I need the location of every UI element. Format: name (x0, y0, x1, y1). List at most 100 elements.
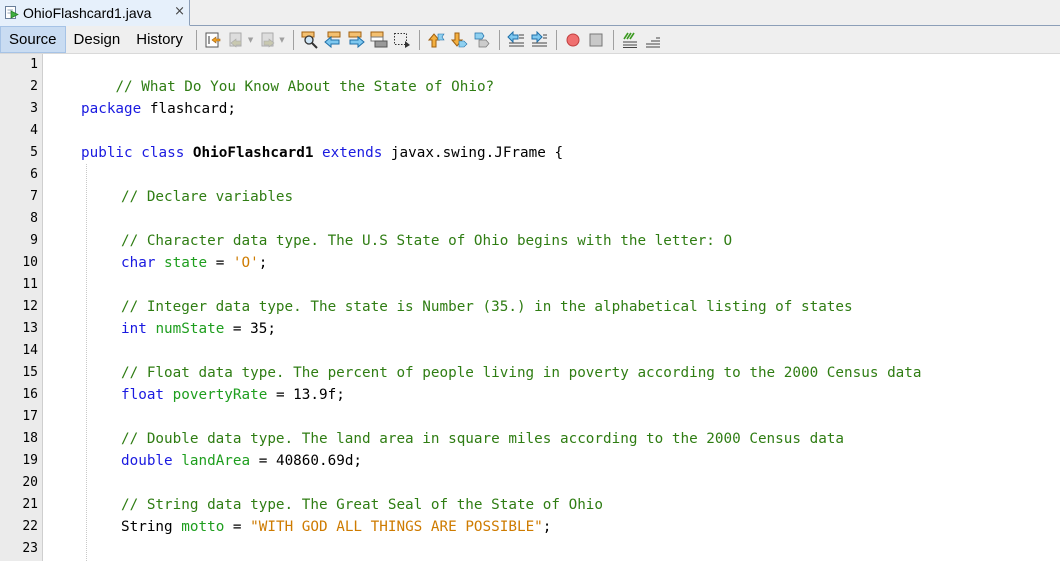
toolbar-separator (612, 29, 614, 50)
code-line-7[interactable]: // Declare variables (121, 186, 293, 208)
code-line-16[interactable]: float povertyRate = 13.9f; (121, 384, 345, 406)
line-number: 13 (22, 321, 38, 336)
class-name: OhioFlashcard1 (192, 145, 314, 161)
line-number: 9 (30, 233, 38, 248)
code-line-9[interactable]: // Character data type. The U.S State of… (121, 230, 732, 252)
code-line-22[interactable]: String motto = "WITH GOD ALL THINGS ARE … (121, 516, 551, 538)
code-text: flashcard; (141, 101, 236, 117)
code-text: = (224, 519, 251, 535)
line-number: 18 (22, 431, 38, 446)
toggle-rectangular-selection-icon[interactable] (392, 30, 413, 50)
back-dropdown-icon[interactable]: ▼ (248, 36, 253, 44)
code-line-18[interactable]: // Double data type. The land area in sq… (121, 428, 844, 450)
comment: // String data type. The Great Seal of t… (121, 497, 604, 513)
forward-dropdown-icon[interactable]: ▼ (279, 36, 284, 44)
char-literal: 'O' (232, 255, 259, 271)
line-number: 12 (22, 299, 38, 314)
line-number: 3 (30, 101, 38, 116)
field-name: motto (181, 519, 225, 535)
comment: // Float data type. The percent of peopl… (121, 365, 922, 381)
uncomment-icon[interactable] (643, 30, 664, 50)
tab-source[interactable]: Source (0, 26, 66, 53)
code-text: javax.swing.JFrame { (382, 145, 564, 161)
toggle-highlight-icon[interactable] (369, 30, 390, 50)
code-editor[interactable]: 1 2 3 4 5 6 7 8 9 10 11 12 13 14 15 16 1… (0, 54, 1060, 561)
toolbar-separator (555, 29, 557, 50)
keyword: class (141, 145, 185, 161)
line-number: 23 (22, 541, 38, 556)
toolbar-separator (292, 29, 294, 50)
line-number: 10 (22, 255, 38, 270)
line-number: 21 (22, 497, 38, 512)
code-text: = 40860.69d; (250, 453, 363, 469)
find-selection-icon[interactable] (300, 30, 321, 50)
type-name: String (121, 519, 173, 535)
code-line-5[interactable]: public class OhioFlashcard1 extends java… (81, 142, 563, 164)
line-number: 4 (30, 123, 38, 138)
forward-icon[interactable] (257, 30, 278, 50)
code-line-21[interactable]: // String data type. The Great Seal of t… (121, 494, 603, 516)
java-file-icon (4, 5, 19, 20)
keyword: double (121, 453, 173, 469)
tab-design[interactable]: Design (66, 26, 129, 54)
line-number: 15 (22, 365, 38, 380)
line-number: 17 (22, 409, 38, 424)
field-name: povertyRate (172, 387, 268, 403)
toolbar-separator (195, 29, 197, 50)
code-line-1[interactable]: // What Do You Know About the State of O… (81, 54, 494, 95)
toolbar-separator (498, 29, 500, 50)
keyword: char (121, 255, 156, 271)
keyword: float (121, 387, 165, 403)
comment-icon[interactable] (620, 30, 641, 50)
comment: // Declare variables (121, 189, 294, 205)
code-text: = 35; (224, 321, 276, 337)
code-text: = (207, 255, 233, 271)
line-number: 14 (22, 343, 38, 358)
editor-toolbar: Source Design History ▼ ▼ (0, 26, 1060, 54)
code-line-15[interactable]: // Float data type. The percent of peopl… (121, 362, 922, 384)
keyword: package (81, 101, 142, 117)
file-tab-name: OhioFlashcard1.java (23, 4, 152, 21)
file-tab[interactable]: OhioFlashcard1.java × (0, 0, 190, 26)
line-number: 16 (22, 387, 38, 402)
code-line-10[interactable]: char state = 'O'; (121, 252, 267, 274)
editor-tab-bar: OhioFlashcard1.java × (0, 0, 1060, 26)
code-line-12[interactable]: // Integer data type. The state is Numbe… (121, 296, 853, 318)
previous-bookmark-icon[interactable] (426, 30, 447, 50)
shift-left-icon[interactable] (506, 30, 527, 50)
field-name: state (164, 255, 208, 271)
keyword: public (81, 145, 133, 161)
line-number: 11 (22, 277, 38, 292)
last-edit-icon[interactable] (203, 30, 224, 50)
stop-macro-recording-icon[interactable] (586, 30, 607, 50)
field-name: numState (155, 321, 225, 337)
line-number: 19 (22, 453, 38, 468)
tab-history[interactable]: History (128, 26, 191, 54)
keyword: extends (322, 145, 383, 161)
toggle-bookmark-icon[interactable] (472, 30, 493, 50)
line-number: 6 (30, 167, 38, 182)
comment: // Integer data type. The state is Numbe… (121, 299, 853, 315)
start-macro-recording-icon[interactable] (563, 30, 584, 50)
line-number: 20 (22, 475, 38, 490)
close-tab-icon[interactable]: × (174, 4, 185, 19)
code-line-13[interactable]: int numState = 35; (121, 318, 276, 340)
next-bookmark-icon[interactable] (449, 30, 470, 50)
line-number: 8 (30, 211, 38, 226)
back-icon[interactable] (226, 30, 247, 50)
line-number-gutter: 1 2 3 4 5 6 7 8 9 10 11 12 13 14 15 16 1… (0, 54, 43, 561)
shift-right-icon[interactable] (529, 30, 550, 50)
line-number: 7 (30, 189, 38, 204)
code-text: ; (258, 255, 268, 271)
code-text: ; (542, 519, 552, 535)
field-name: landArea (181, 453, 251, 469)
comment: // What Do You Know About the State of O… (115, 79, 495, 95)
code-line-19[interactable]: double landArea = 40860.69d; (121, 450, 362, 472)
toolbar-separator (418, 29, 420, 50)
line-number: 5 (30, 145, 38, 160)
find-previous-icon[interactable] (323, 30, 344, 50)
find-next-icon[interactable] (346, 30, 367, 50)
comment: // Double data type. The land area in sq… (121, 431, 845, 447)
code-line-3[interactable]: package flashcard; (81, 98, 236, 120)
string-literal: "WITH GOD ALL THINGS ARE POSSIBLE" (250, 519, 543, 535)
